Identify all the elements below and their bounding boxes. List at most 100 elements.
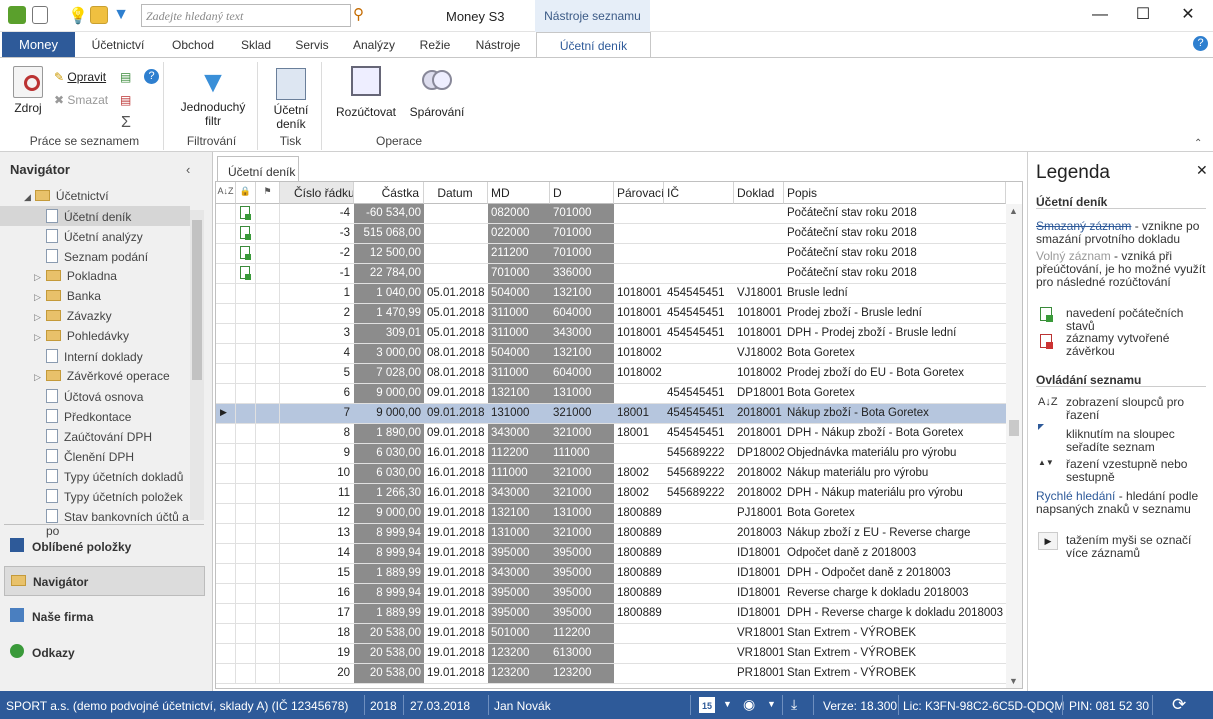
table-row[interactable]: 96 030,00 16.01.2018 112200 111000 545689222…: [216, 444, 1006, 464]
table-row[interactable]: -2 12 500,00 211200 701000 Počáteční stav ro…: [216, 244, 1006, 264]
flag-icon[interactable]: ⚑: [256, 182, 280, 204]
rozuctovat-button[interactable]: Rozúčtovat: [330, 66, 402, 119]
copy-icon[interactable]: ▤: [120, 93, 131, 107]
expand-icon[interactable]: ▷: [34, 292, 41, 302]
lock-icon[interactable]: 🔒: [236, 182, 256, 204]
status-year[interactable]: 2018: [370, 699, 397, 713]
smazat-button[interactable]: ✖ Smazat: [54, 93, 108, 107]
table-row[interactable]: 17 1 889,99 19.01.2018 395000 395000 1800889 I…: [216, 604, 1006, 624]
table-row[interactable]: 69 000,00 09.01.2018 132100 131000 454545451…: [216, 384, 1006, 404]
table-row[interactable]: 81 890,00 09.01.2018 343000 321000 18001 4545…: [216, 424, 1006, 444]
grid-scrollbar[interactable]: ▲ ▼: [1006, 204, 1022, 688]
column-header[interactable]: D: [550, 182, 614, 204]
sparovani-button[interactable]: Spárování: [404, 66, 470, 119]
nav-scrollbar[interactable]: [190, 210, 204, 520]
table-row[interactable]: ▶ 7 9 000,00 09.01.2018 131000 321000 18001 454…: [216, 404, 1006, 424]
info-icon[interactable]: ?: [144, 69, 159, 84]
column-header[interactable]: Číslo řádku: [280, 182, 354, 204]
close-button[interactable]: ✕: [1168, 4, 1208, 28]
expand-icon[interactable]: ▷: [34, 272, 41, 282]
nav-odkazy[interactable]: Odkazy: [4, 638, 205, 668]
tab-ucetni-denik[interactable]: Účetní deník: [536, 32, 651, 58]
calendar-icon[interactable]: 15: [699, 697, 715, 713]
tree-item[interactable]: Účetní deník: [0, 206, 190, 226]
tree-item[interactable]: Interní doklady: [0, 346, 190, 366]
download-icon[interactable]: ⤓: [791, 696, 797, 713]
help-icon[interactable]: ?: [1193, 36, 1208, 51]
table-row[interactable]: 11 040,00 05.01.2018 504000 132100 1018001 45…: [216, 284, 1006, 304]
tree-item[interactable]: Stav bankovních účtů a po: [0, 506, 190, 538]
tree-item[interactable]: Seznam podání: [0, 246, 190, 266]
tab-servis[interactable]: Servis: [286, 32, 338, 57]
table-row[interactable]: 57 028,00 08.01.2018 311000 604000 1018002 10…: [216, 364, 1006, 384]
column-header[interactable]: Datum: [424, 182, 488, 204]
table-row[interactable]: 16 8 999,94 19.01.2018 395000 395000 1800889 I…: [216, 584, 1006, 604]
ucetni-denik-print-button[interactable]: Účetní deník: [266, 66, 316, 131]
opravit-button[interactable]: ✎ Opravit: [54, 70, 106, 84]
tab-ucetnictvi[interactable]: Účetnictví: [82, 32, 154, 57]
minimize-button[interactable]: —: [1080, 4, 1120, 28]
tree-item[interactable]: Předkontace: [0, 406, 190, 426]
zdroj-button[interactable]: Zdroj: [8, 66, 48, 115]
expand-icon[interactable]: ▷: [34, 332, 41, 342]
table-row[interactable]: 18 20 538,00 19.01.2018 501000 112200 VR18001…: [216, 624, 1006, 644]
column-header[interactable]: Částka: [354, 182, 424, 204]
nav-nase-firma[interactable]: Naše firma: [4, 602, 205, 632]
tree-item[interactable]: ▷ Banka: [0, 286, 190, 306]
tab-nastroje[interactable]: Nástroje: [466, 32, 530, 57]
nav-navigator[interactable]: Navigátor: [4, 566, 205, 596]
tab-rezie[interactable]: Režie: [410, 32, 460, 57]
status-date[interactable]: 27.03.2018: [410, 699, 470, 713]
search-input[interactable]: Zadejte hledaný text: [141, 4, 351, 27]
table-row[interactable]: 43 000,00 08.01.2018 504000 132100 1018002 VJ…: [216, 344, 1006, 364]
column-header[interactable]: Doklad: [734, 182, 784, 204]
filter-icon[interactable]: ▼: [112, 6, 130, 24]
table-row[interactable]: 19 20 538,00 19.01.2018 123200 613000 VR18001…: [216, 644, 1006, 664]
column-header[interactable]: MD: [488, 182, 550, 204]
jednoduchy-filtr-button[interactable]: ▼ Jednoduchý filtr: [170, 66, 256, 128]
list-icon[interactable]: [32, 6, 48, 24]
tab-money[interactable]: Money: [2, 32, 75, 57]
tree-item[interactable]: Zaúčtování DPH: [0, 426, 190, 446]
tab-analyzy[interactable]: Analýzy: [344, 32, 404, 57]
tree-item[interactable]: ▷ Závěrkové operace: [0, 366, 190, 386]
lightbulb-icon[interactable]: 💡: [68, 6, 88, 25]
table-row[interactable]: -1 22 784,00 701000 336000 Počáteční stav ro…: [216, 264, 1006, 284]
column-header[interactable]: IČ: [664, 182, 734, 204]
collapse-ribbon-icon[interactable]: ⌃: [1194, 138, 1202, 149]
table-row[interactable]: 20 20 538,00 19.01.2018 123200 123200 PR18001…: [216, 664, 1006, 684]
expand-icon[interactable]: ▷: [34, 312, 41, 322]
rss-icon[interactable]: ◉: [743, 696, 755, 713]
tree-item[interactable]: Typy účetních dokladů: [0, 466, 190, 486]
table-row[interactable]: 13 8 999,94 19.01.2018 131000 321000 1800889 2…: [216, 524, 1006, 544]
tree-item[interactable]: Členění DPH: [0, 446, 190, 466]
search-icon[interactable]: ⚲: [353, 5, 373, 25]
calendar-dropdown-icon[interactable]: ▼: [723, 699, 732, 709]
sync-icon[interactable]: ⟳: [1172, 695, 1186, 715]
column-header[interactable]: Párovací s: [614, 182, 664, 204]
tree-root-ucetnictvi[interactable]: ◢ Účetnictví: [0, 186, 190, 206]
close-legend-icon[interactable]: ✕: [1196, 162, 1208, 179]
app-icon[interactable]: [8, 6, 26, 24]
folder-star-icon[interactable]: [90, 6, 108, 24]
maximize-button[interactable]: ☐: [1123, 4, 1163, 28]
export-icon[interactable]: ▤: [120, 70, 131, 84]
tab-ucetni-denik-list[interactable]: Účetní deník: [217, 156, 299, 182]
sum-icon[interactable]: Σ: [121, 114, 131, 132]
tree-item[interactable]: Účtová osnova: [0, 386, 190, 406]
status-user[interactable]: Jan Novák: [494, 699, 551, 713]
collapse-nav-icon[interactable]: ‹: [186, 162, 190, 177]
table-row[interactable]: -4 -60 534,00 082000 701000 Počáteční stav r…: [216, 204, 1006, 224]
table-row[interactable]: 15 1 889,99 19.01.2018 343000 395000 1800889 I…: [216, 564, 1006, 584]
table-row[interactable]: 14 8 999,94 19.01.2018 395000 395000 1800889 I…: [216, 544, 1006, 564]
table-row[interactable]: 21 470,99 05.01.2018 311000 604000 1018001 45…: [216, 304, 1006, 324]
tree-item[interactable]: Typy účetních položek: [0, 486, 190, 506]
table-row[interactable]: 3 309,01 05.01.2018 311000 343000 1018001 4545…: [216, 324, 1006, 344]
tree-item[interactable]: ▷ Pohledávky: [0, 326, 190, 346]
table-row[interactable]: -3 515 068,00 022000 701000 Počáteční stav r…: [216, 224, 1006, 244]
tab-sklad[interactable]: Sklad: [232, 32, 280, 57]
nav-oblibene-polozky[interactable]: Oblíbené položky: [4, 532, 205, 562]
tree-item[interactable]: ▷ Závazky: [0, 306, 190, 326]
column-header[interactable]: Popis: [784, 182, 1006, 204]
rss-dropdown-icon[interactable]: ▼: [767, 699, 776, 709]
